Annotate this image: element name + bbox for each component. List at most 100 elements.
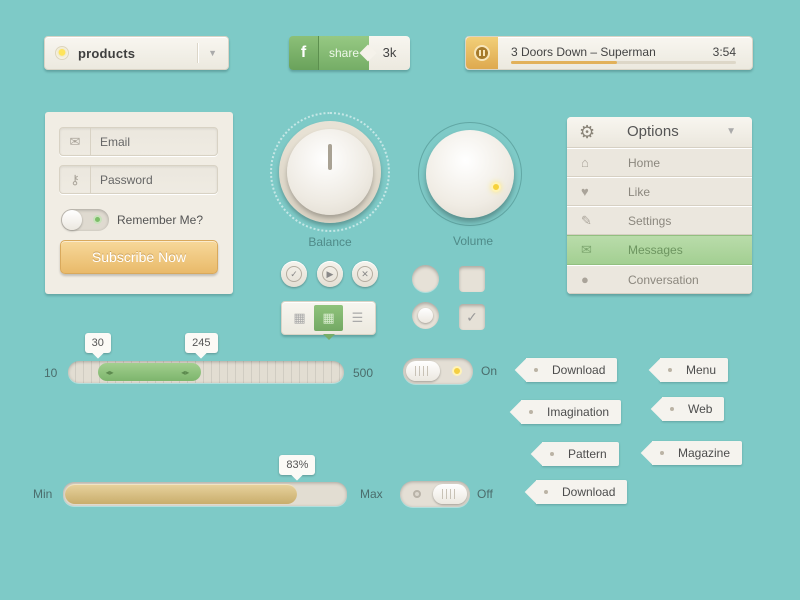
- pause-button[interactable]: [466, 37, 498, 69]
- tag-hole: [660, 451, 664, 455]
- password-field[interactable]: ⚷ Password: [59, 165, 218, 194]
- volume-led-icon: [491, 182, 501, 192]
- menu-item-messages[interactable]: ✉ Messages: [567, 235, 752, 265]
- password-placeholder: Password: [100, 173, 153, 187]
- toggle-slab: [406, 361, 440, 381]
- music-player: 3 Doors Down – Superman 3:54: [465, 36, 753, 70]
- facebook-share-button[interactable]: f share 3k: [289, 36, 410, 70]
- facebook-icon: f: [289, 36, 319, 70]
- toggle-off-label: Off: [477, 487, 493, 501]
- knob-cap: [287, 129, 373, 215]
- check-button[interactable]: ✓: [281, 261, 307, 287]
- progress-fill: [65, 484, 298, 504]
- radio-checked[interactable]: [412, 302, 439, 329]
- menu-item-label: Conversation: [628, 273, 699, 287]
- balance-knob[interactable]: [270, 112, 390, 232]
- active-view-pointer: [323, 334, 335, 340]
- toggle-led-icon: [413, 490, 421, 498]
- volume-knob[interactable]: [418, 122, 522, 226]
- options-menu-header[interactable]: ⚙ Options ▼: [567, 117, 752, 148]
- play-icon: ▶: [322, 266, 338, 282]
- menu-item-label: Home: [628, 156, 661, 170]
- menu-item-settings[interactable]: ✎ Settings: [567, 206, 752, 235]
- tag-hole: [529, 410, 533, 414]
- menu-item-label: Settings: [628, 214, 672, 228]
- balance-label: Balance: [308, 235, 352, 249]
- tag-label: Download: [552, 363, 606, 377]
- tag-pattern[interactable]: Pattern: [542, 442, 619, 466]
- tag-label: Imagination: [547, 405, 610, 419]
- tag-magazine[interactable]: Magazine: [652, 441, 743, 465]
- grid-large-view-button[interactable]: ▦: [314, 305, 343, 331]
- options-menu: ⚙ Options ▼ ⌂ Home ♥ Like ✎ Settings ✉ M…: [567, 117, 752, 294]
- pause-icon: [474, 45, 490, 61]
- remember-me-toggle[interactable]: [61, 209, 109, 231]
- track-progress-bar[interactable]: [511, 61, 736, 64]
- key-icon: ⚷: [60, 166, 91, 193]
- toggle-switch-off[interactable]: [400, 481, 470, 507]
- home-icon: ⌂: [581, 155, 589, 170]
- menu-item-label: Like: [628, 185, 651, 199]
- progress-bar: [63, 482, 347, 506]
- subscribe-button[interactable]: Subscribe Now: [60, 240, 218, 274]
- range-selection-fill: ◂▸ ◂▸: [97, 363, 202, 381]
- tag-hole: [670, 407, 674, 411]
- range-max-label: 500: [353, 366, 374, 380]
- range-high-handle[interactable]: ◂▸: [181, 368, 189, 377]
- range-min-label: 10: [44, 366, 58, 380]
- toggle-led-icon: [452, 366, 462, 376]
- tag-label: Pattern: [568, 447, 607, 461]
- chevron-down-icon: ▼: [208, 48, 217, 58]
- products-dropdown[interactable]: products ▼: [44, 36, 229, 70]
- toggle-knob: [62, 210, 82, 230]
- radio-unchecked[interactable]: [412, 265, 439, 292]
- progress-value: 83%: [279, 455, 316, 475]
- check-icon: ✓: [286, 266, 302, 282]
- tag-label: Magazine: [678, 446, 731, 460]
- tag-download[interactable]: Download: [526, 358, 618, 382]
- menu-item-home[interactable]: ⌂ Home: [567, 148, 752, 177]
- tag-web[interactable]: Web: [662, 397, 725, 421]
- range-slider[interactable]: ◂▸ ◂▸: [68, 361, 344, 383]
- knob-indicator: [328, 144, 332, 170]
- tag-hole: [550, 452, 554, 456]
- tag-hole: [668, 368, 672, 372]
- tag-menu[interactable]: Menu: [660, 358, 729, 382]
- menu-item-like[interactable]: ♥ Like: [567, 177, 752, 206]
- close-button[interactable]: ✕: [352, 261, 378, 287]
- view-switcher: ▦ ▦ ☰: [281, 301, 376, 340]
- tag-label: Download: [562, 485, 616, 499]
- grid-small-view-button[interactable]: ▦: [285, 305, 314, 331]
- toggle-slab: [433, 484, 467, 504]
- radio-dot: [418, 308, 433, 323]
- remember-me-label: Remember Me?: [117, 213, 204, 227]
- toggle-on-label: On: [481, 364, 498, 378]
- checkbox-checked[interactable]: ✓: [459, 304, 485, 330]
- tag-hole: [534, 368, 538, 372]
- menu-item-conversation[interactable]: ● Conversation: [567, 265, 752, 294]
- range-low-handle[interactable]: ◂▸: [106, 368, 114, 377]
- list-view-button[interactable]: ☰: [343, 305, 372, 331]
- range-high-value: 245: [185, 333, 218, 353]
- tag-download[interactable]: Download: [536, 480, 628, 504]
- track-title: 3 Doors Down – Superman: [511, 45, 656, 59]
- wrench-icon: ✎: [581, 213, 592, 228]
- email-field[interactable]: ✉ Email: [59, 127, 218, 156]
- track-time: 3:54: [712, 45, 736, 59]
- envelope-icon: ✉: [60, 128, 91, 155]
- checkmark-icon: ✓: [466, 309, 478, 325]
- products-dropdown-label: products: [78, 46, 136, 61]
- close-icon: ✕: [357, 266, 373, 282]
- checkbox-unchecked[interactable]: [459, 266, 485, 292]
- tag-imagination[interactable]: Imagination: [521, 400, 622, 424]
- knob-bezel: [279, 121, 381, 223]
- login-form: ✉ Email ⚷ Password Remember Me? Subscrib…: [45, 112, 233, 294]
- heart-icon: ♥: [581, 184, 589, 199]
- menu-item-label: Messages: [628, 243, 683, 257]
- toggle-switch-on[interactable]: [403, 358, 473, 384]
- tag-label: Menu: [686, 363, 717, 377]
- knob-cap: [426, 130, 514, 218]
- play-button[interactable]: ▶: [317, 261, 343, 287]
- tag-hole: [544, 490, 548, 494]
- volume-label: Volume: [452, 234, 494, 248]
